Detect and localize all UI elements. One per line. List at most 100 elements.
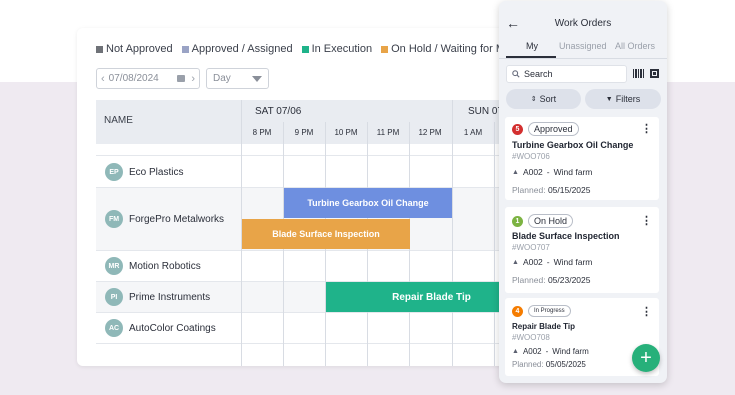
card-planned: Planned: 05/23/2025 [512, 275, 590, 285]
legend-swatch [96, 45, 103, 53]
sort-button[interactable]: ⇕ Sort [506, 89, 581, 109]
card-status-row: 1 On Hold [512, 214, 574, 228]
card-planned: Planned: 05/15/2025 [512, 185, 590, 195]
planned-date: 05/15/2025 [547, 185, 591, 195]
filters-label: Filters [615, 94, 641, 104]
legend-swatch [381, 45, 389, 53]
tab-unassigned[interactable]: Unassigned [559, 41, 607, 51]
status-badge: On Hold [528, 214, 574, 228]
asset-code: A002 [522, 257, 543, 267]
qr-code-icon[interactable] [650, 69, 659, 78]
avatar: AC [105, 319, 123, 337]
search-input[interactable]: Search [506, 65, 627, 83]
priority-badge: 1 [512, 215, 523, 227]
asset-code: A002 [522, 167, 543, 177]
work-orders-panel: ← Work Orders My Unassigned All Orders S… [499, 1, 667, 383]
more-vertical-icon[interactable]: ⋮ [641, 305, 652, 318]
resource-cell: EP Eco Plastics [105, 163, 183, 181]
tab-divider [499, 58, 667, 59]
resource-cell: AC AutoColor Coatings [105, 319, 216, 337]
more-vertical-icon[interactable]: ⋮ [641, 122, 652, 135]
legend-label: In Execution [311, 43, 373, 55]
asset-icon: ▲ [512, 258, 519, 266]
chevron-down-icon [252, 75, 262, 82]
planned-label: Planned: [512, 360, 544, 369]
resource-name: Motion Robotics [129, 260, 201, 272]
search-icon [512, 70, 520, 78]
resource-name: ForgePro Metalworks [129, 213, 225, 225]
card-asset: ▲ A002- Wind farm [512, 257, 592, 267]
tab-my[interactable]: My [526, 41, 538, 51]
planned-date: 05/05/2025 [545, 360, 586, 369]
work-order-card[interactable]: 1 On Hold ⋮ Blade Surface Inspection #WO… [505, 207, 659, 293]
hour-header: 9 PM [294, 128, 314, 137]
filter-icon: ▼ [605, 95, 613, 103]
planned-label: Planned: [512, 275, 546, 285]
sort-label: Sort [539, 94, 557, 104]
hour-header: 12 PM [418, 128, 442, 137]
hour-header: 10 PM [334, 128, 358, 137]
panel-title: Work Orders [554, 18, 612, 29]
chevron-left-icon[interactable]: ‹ [101, 73, 105, 85]
chevron-right-icon[interactable]: › [191, 73, 195, 85]
card-status-row: 4 In Progress [512, 305, 571, 317]
card-asset: ▲ A002- Wind farm [512, 167, 592, 177]
add-work-order-button[interactable]: + [632, 344, 660, 372]
view-select[interactable]: Day [206, 68, 269, 89]
resource-cell: FM ForgePro Metalworks [105, 210, 224, 228]
legend-label: Not Approved [106, 43, 173, 55]
asset-sep: - [546, 257, 550, 267]
card-id: #WOO706 [512, 152, 550, 161]
status-legend: Not Approved Approved / Assigned In Exec… [96, 43, 533, 55]
name-column-header: NAME [104, 115, 133, 126]
resource-row-empty [96, 343, 537, 366]
card-title: Turbine Gearbox Oil Change [512, 140, 634, 150]
barcode-icon[interactable] [633, 69, 645, 78]
search-placeholder: Search [524, 69, 553, 79]
legend-swatch [301, 45, 309, 53]
hour-header: 8 PM [252, 128, 272, 137]
tab-all-orders[interactable]: All Orders [615, 41, 655, 51]
resource-cell: PI Prime Instruments [105, 288, 210, 306]
hour-header: 11 PM [376, 128, 400, 137]
work-order-bar[interactable]: Turbine Gearbox Oil Change [284, 188, 452, 218]
avatar: EP [105, 163, 123, 181]
date-picker[interactable]: ‹ 07/08/2024 › [96, 68, 200, 89]
planned-date: 05/23/2025 [547, 275, 591, 285]
filters-button[interactable]: ▼ Filters [585, 89, 661, 109]
card-title: Repair Blade Tip [512, 322, 575, 331]
asset-name: Wind farm [552, 347, 589, 356]
plus-icon: + [640, 346, 652, 369]
grid-divider [494, 122, 495, 366]
planned-label: Planned: [512, 185, 546, 195]
asset-icon: ▲ [512, 168, 519, 176]
scheduler-card: Not Approved Approved / Assigned In Exec… [77, 28, 537, 366]
status-badge: In Progress [528, 305, 571, 317]
legend-swatch [181, 45, 189, 53]
work-order-card[interactable]: 5 Approved ⋮ Turbine Gearbox Oil Change … [505, 117, 659, 200]
more-vertical-icon[interactable]: ⋮ [641, 214, 652, 227]
asset-sep: - [546, 167, 550, 177]
priority-badge: 4 [512, 305, 523, 317]
date-value[interactable]: 07/08/2024 [109, 73, 178, 84]
asset-name: Wind farm [553, 257, 593, 267]
day-header: SAT 07/06 [255, 106, 302, 117]
legend-item-not-approved: Not Approved [96, 43, 173, 55]
calendar-icon[interactable] [177, 75, 186, 82]
card-asset: ▲ A002- Wind farm [512, 347, 589, 356]
asset-name: Wind farm [553, 167, 593, 177]
card-id: #WOO707 [512, 243, 550, 252]
status-badge: Approved [528, 122, 579, 136]
card-title: Blade Surface Inspection [512, 231, 620, 241]
legend-item-in-execution: In Execution [301, 43, 373, 55]
asset-code: A002 [522, 347, 542, 356]
work-order-bar[interactable]: Blade Surface Inspection [242, 219, 410, 249]
grid-divider [452, 100, 453, 366]
legend-label: Approved / Assigned [191, 43, 293, 55]
asset-icon: ▲ [512, 348, 519, 355]
view-value: Day [213, 73, 231, 84]
resource-name: Prime Instruments [129, 291, 211, 303]
resource-row[interactable]: MR Motion Robotics [96, 250, 537, 281]
resource-row[interactable]: EP Eco Plastics [96, 155, 537, 187]
resource-row[interactable]: AC AutoColor Coatings [96, 312, 537, 343]
